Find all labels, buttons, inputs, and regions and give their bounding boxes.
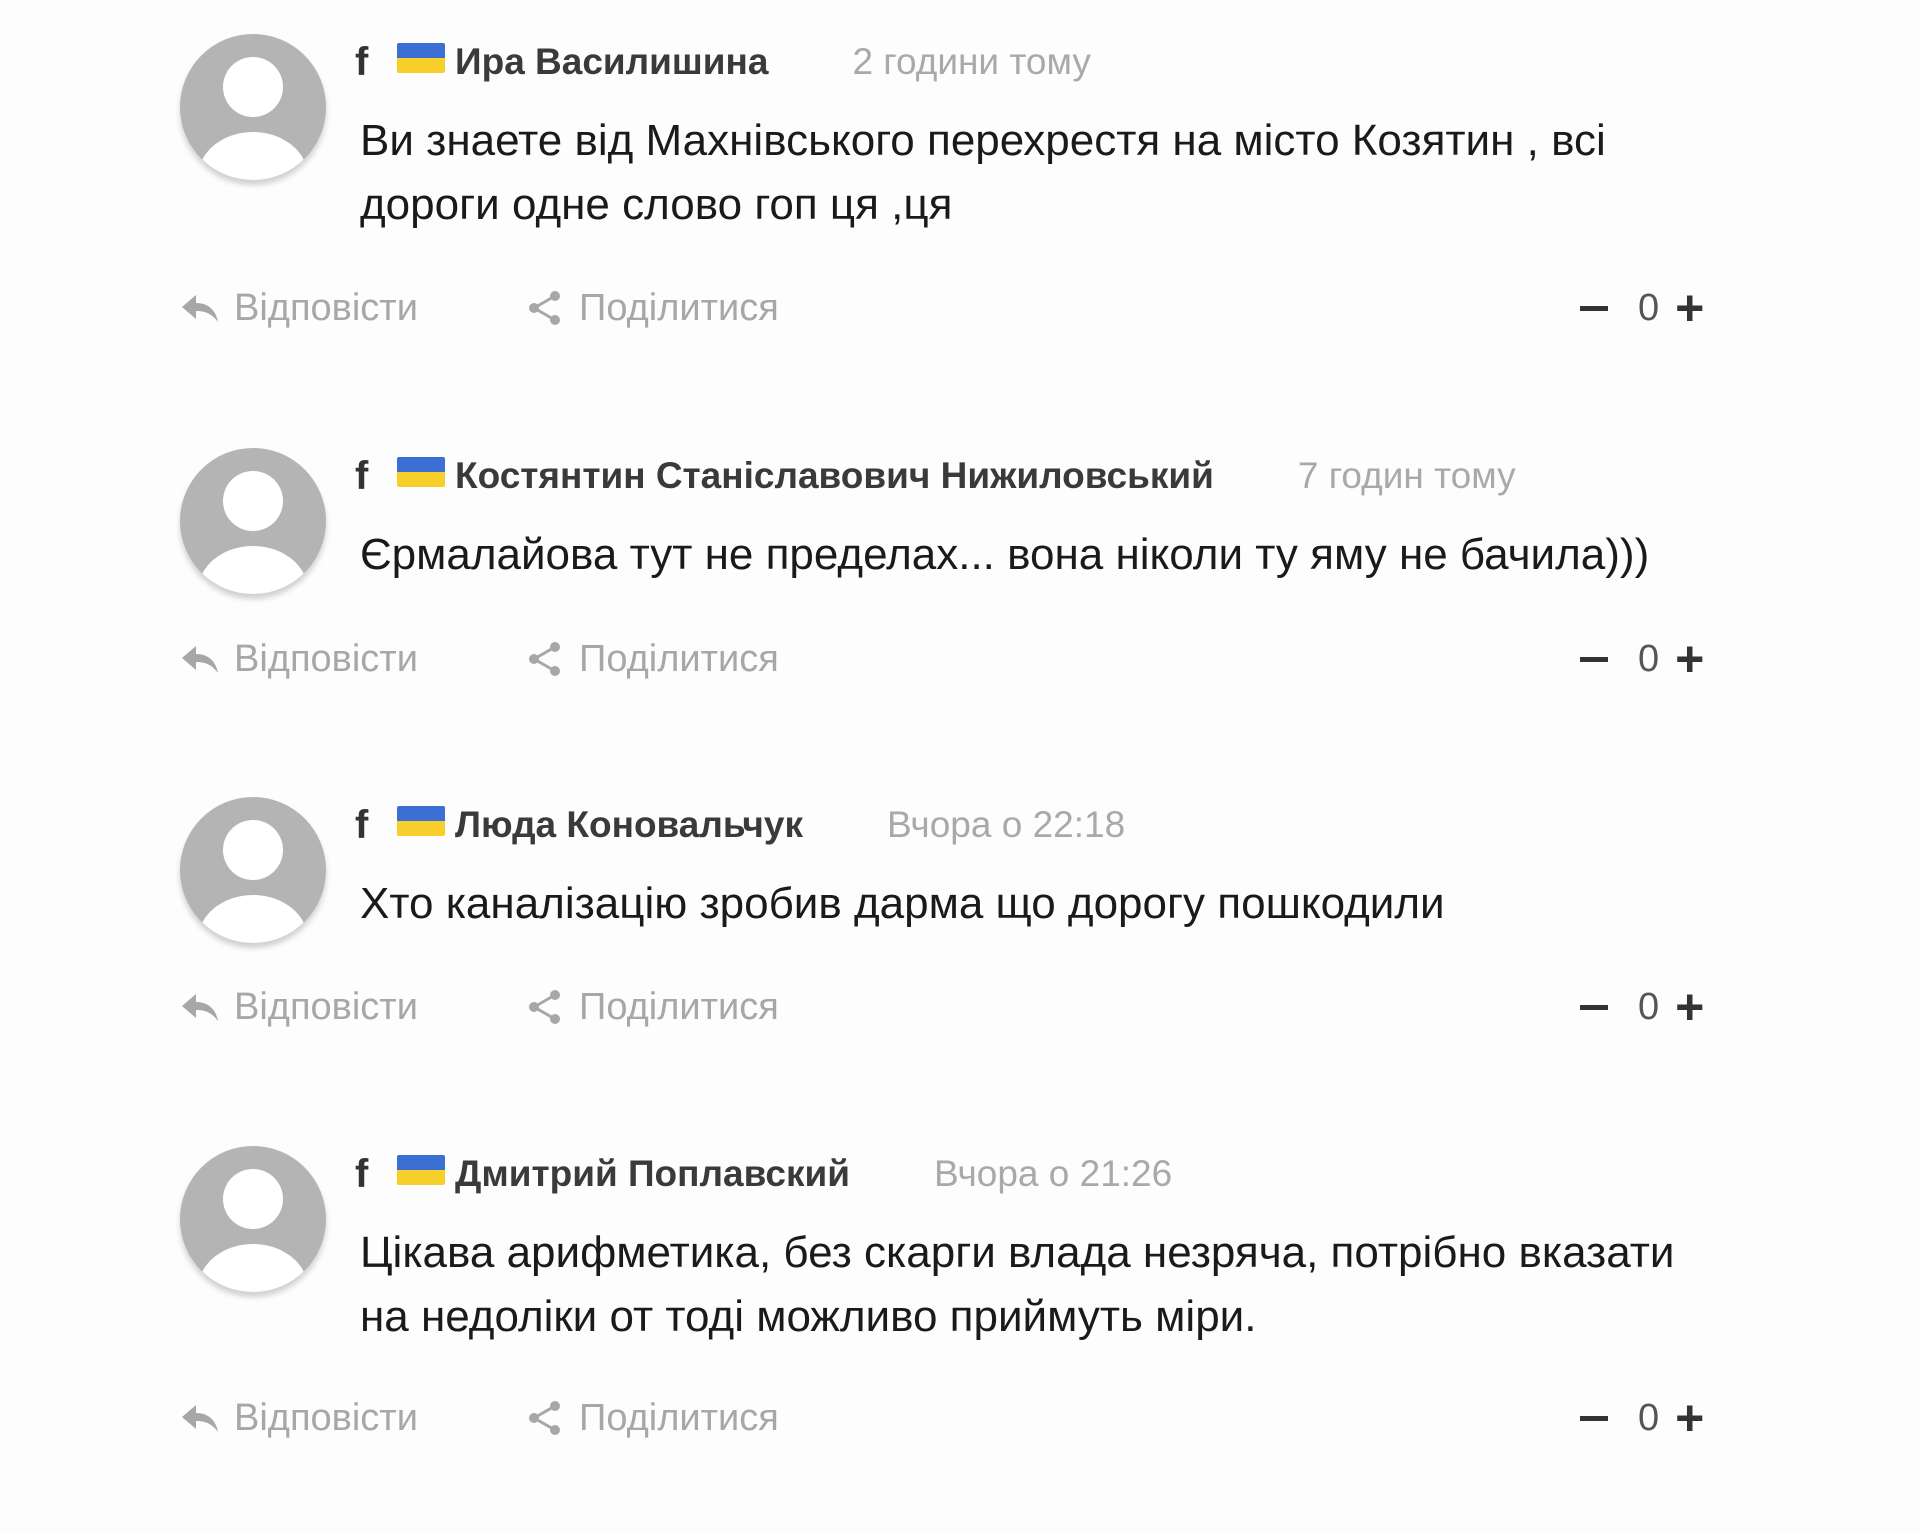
comment-text: Хто каналізацію зробив дарма що дорогу п… [360, 879, 1445, 928]
minus-icon[interactable] [1580, 656, 1608, 662]
vote-score: 0 [1638, 286, 1660, 329]
reply-arrow-icon [182, 1405, 218, 1432]
comment-author[interactable]: Костянтин Станіславович Нижиловський [455, 455, 1214, 497]
vote-score: 0 [1638, 1396, 1660, 1439]
reply-label: Відповісти [234, 637, 418, 680]
reply-arrow-icon [182, 295, 218, 322]
ukraine-flag-icon [397, 1155, 445, 1185]
comment-author[interactable]: Ира Василишина [455, 41, 768, 83]
ukraine-flag-icon [397, 806, 445, 836]
reply-label: Відповісти [234, 1396, 418, 1439]
avatar[interactable] [180, 797, 326, 943]
plus-icon[interactable]: + [1675, 283, 1704, 333]
minus-icon[interactable] [1580, 1004, 1608, 1010]
reply-button[interactable]: Відповісти [180, 280, 418, 336]
reply-label: Відповісти [234, 286, 418, 329]
share-label: Поділитися [579, 286, 779, 329]
comment-time[interactable]: Вчора о 22:18 [887, 804, 1125, 846]
comments-list: f Ира Василишина 2 години тому Ви знаете… [0, 0, 1920, 1534]
facebook-icon: f [355, 1151, 369, 1196]
comment-text: Цікава арифметика, без скарги влада незр… [360, 1228, 1675, 1341]
reply-label: Відповісти [234, 985, 418, 1028]
comment-meta: f Костянтин Станіславович Нижиловський 7… [355, 448, 1516, 504]
comment-time[interactable]: 7 годин тому [1298, 455, 1516, 497]
share-icon [529, 642, 560, 676]
comment-time[interactable]: Вчора о 21:26 [934, 1153, 1172, 1195]
comment-meta: f Дмитрий Поплавский Вчора о 21:26 [355, 1146, 1172, 1202]
comment-time[interactable]: 2 години тому [852, 41, 1090, 83]
share-icon [529, 291, 560, 325]
share-label: Поділитися [579, 1396, 779, 1439]
vote-score: 0 [1638, 985, 1660, 1028]
avatar[interactable] [180, 1146, 326, 1292]
comment-actions: Відповісти Поділитися 0 + [180, 631, 1720, 687]
plus-icon[interactable]: + [1675, 1393, 1704, 1443]
avatar[interactable] [180, 34, 326, 180]
comment-author[interactable]: Люда Коновальчук [455, 804, 803, 846]
reply-button[interactable]: Відповісти [180, 1390, 418, 1446]
share-button[interactable]: Поділитися [525, 979, 779, 1035]
vote-control: 0 + [1580, 280, 1704, 336]
minus-icon[interactable] [1580, 305, 1608, 311]
minus-icon[interactable] [1580, 1415, 1608, 1421]
comment-actions: Відповісти Поділитися 0 + [180, 280, 1720, 336]
vote-control: 0 + [1580, 979, 1704, 1035]
facebook-icon: f [355, 39, 369, 84]
facebook-icon: f [355, 802, 369, 847]
avatar[interactable] [180, 448, 326, 594]
share-button[interactable]: Поділитися [525, 631, 779, 687]
plus-icon[interactable]: + [1675, 634, 1704, 684]
reply-button[interactable]: Відповісти [180, 979, 418, 1035]
share-icon [529, 1401, 560, 1435]
comment-actions: Відповісти Поділитися 0 + [180, 1390, 1720, 1446]
vote-control: 0 + [1580, 631, 1704, 687]
plus-icon[interactable]: + [1675, 982, 1704, 1032]
ukraine-flag-icon [397, 43, 445, 73]
share-label: Поділитися [579, 985, 779, 1028]
comment-text: Єрмалайова тут не пределах... вона нікол… [360, 530, 1650, 579]
share-label: Поділитися [579, 637, 779, 680]
vote-control: 0 + [1580, 1390, 1704, 1446]
share-button[interactable]: Поділитися [525, 1390, 779, 1446]
comment-actions: Відповісти Поділитися 0 + [180, 979, 1720, 1035]
reply-button[interactable]: Відповісти [180, 631, 418, 687]
comment-author[interactable]: Дмитрий Поплавский [455, 1153, 850, 1195]
comment-meta: f Люда Коновальчук Вчора о 22:18 [355, 797, 1125, 853]
reply-arrow-icon [182, 646, 218, 673]
share-icon [529, 990, 560, 1024]
comment-meta: f Ира Василишина 2 години тому [355, 34, 1091, 90]
comment-text: Ви знаете від Махнівського перехрестя на… [360, 116, 1606, 229]
vote-score: 0 [1638, 637, 1660, 680]
share-button[interactable]: Поділитися [525, 280, 779, 336]
ukraine-flag-icon [397, 457, 445, 487]
facebook-icon: f [355, 453, 369, 498]
reply-arrow-icon [182, 994, 218, 1021]
